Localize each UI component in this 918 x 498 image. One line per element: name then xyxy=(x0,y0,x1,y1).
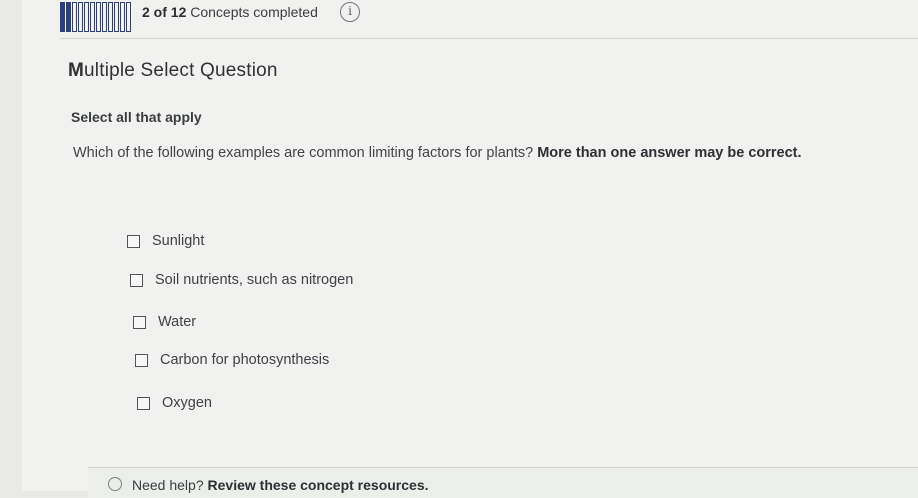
question-prompt: Which of the following examples are comm… xyxy=(73,145,802,161)
progress-segment xyxy=(126,2,131,32)
checkbox[interactable] xyxy=(135,353,148,367)
option-water[interactable]: Water xyxy=(133,314,196,330)
option-label: Water xyxy=(158,314,197,330)
progress-segment xyxy=(108,2,113,32)
prompt-emphasis: More than one answer may be correct. xyxy=(537,145,802,161)
option-label: Oxygen xyxy=(162,395,212,411)
progress-segment xyxy=(84,2,89,32)
progress-segment xyxy=(120,2,125,32)
progress-bar xyxy=(60,2,131,32)
progress-segment xyxy=(90,2,95,32)
question-page: 2 of 12 Concepts completed i Multiple Se… xyxy=(22,0,918,498)
info-icon[interactable]: i xyxy=(340,2,360,22)
checkbox[interactable] xyxy=(130,273,143,287)
progress-label: 2 of 12 Concepts completed xyxy=(142,4,318,20)
header-divider xyxy=(60,38,918,39)
checkbox[interactable] xyxy=(133,315,146,329)
checkbox[interactable] xyxy=(137,396,150,410)
progress-segment xyxy=(78,2,83,32)
option-label: Carbon for photosynthesis xyxy=(160,352,330,368)
progress-count: 2 of 12 xyxy=(142,4,187,20)
help-banner: Need help? Review these concept resource… xyxy=(88,467,918,498)
progress-suffix: Concepts completed xyxy=(190,4,318,20)
concept-progress xyxy=(60,2,131,32)
option-soil-nutrients[interactable]: Soil nutrients, such as nitrogen xyxy=(130,272,353,288)
checkbox[interactable] xyxy=(127,234,140,248)
progress-segment xyxy=(114,2,119,32)
progress-segment xyxy=(102,2,107,32)
help-circle-icon xyxy=(108,477,122,491)
option-label: Sunlight xyxy=(152,233,205,249)
progress-segment xyxy=(60,2,65,32)
prompt-text: Which of the following examples are comm… xyxy=(73,145,534,161)
option-oxygen[interactable]: Oxygen xyxy=(137,395,212,411)
question-instruction: Select all that apply xyxy=(71,109,202,125)
question-type-title: Multiple Select Question xyxy=(68,60,278,81)
option-label: Soil nutrients, such as nitrogen xyxy=(155,272,354,288)
progress-segment xyxy=(72,2,77,32)
option-carbon[interactable]: Carbon for photosynthesis xyxy=(135,352,329,368)
progress-segment xyxy=(66,2,71,32)
option-sunlight[interactable]: Sunlight xyxy=(127,233,204,249)
progress-segment xyxy=(96,2,101,32)
